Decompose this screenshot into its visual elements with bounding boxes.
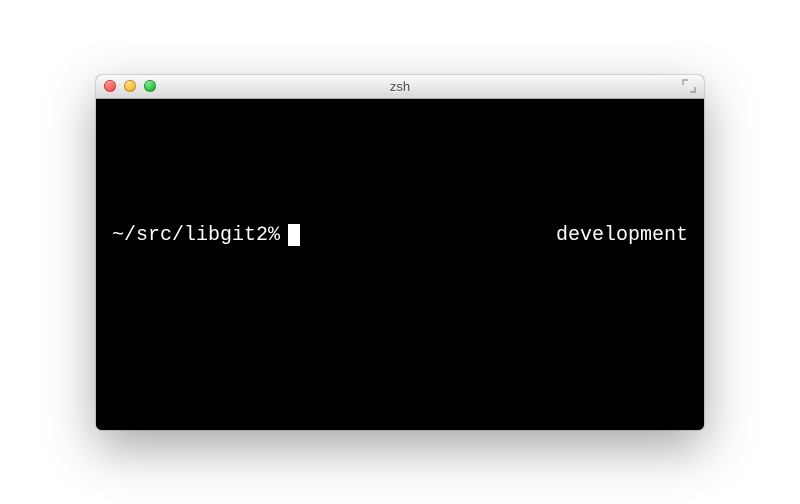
zoom-icon[interactable] [144, 80, 156, 92]
cursor-block [288, 224, 300, 246]
titlebar[interactable]: zsh [96, 75, 704, 99]
fullscreen-icon[interactable] [682, 79, 696, 93]
terminal-body[interactable]: ~/src/libgit2% development [96, 99, 704, 430]
window-title: zsh [96, 79, 704, 94]
close-icon[interactable] [104, 80, 116, 92]
prompt-line: ~/src/libgit2% development [112, 224, 688, 247]
prompt-path: ~/src/libgit2% [112, 224, 280, 247]
prompt-left: ~/src/libgit2% [112, 224, 300, 247]
prompt-right: development [556, 224, 688, 247]
traffic-lights [104, 80, 156, 92]
terminal-window: zsh ~/src/libgit2% development [96, 75, 704, 430]
minimize-icon[interactable] [124, 80, 136, 92]
